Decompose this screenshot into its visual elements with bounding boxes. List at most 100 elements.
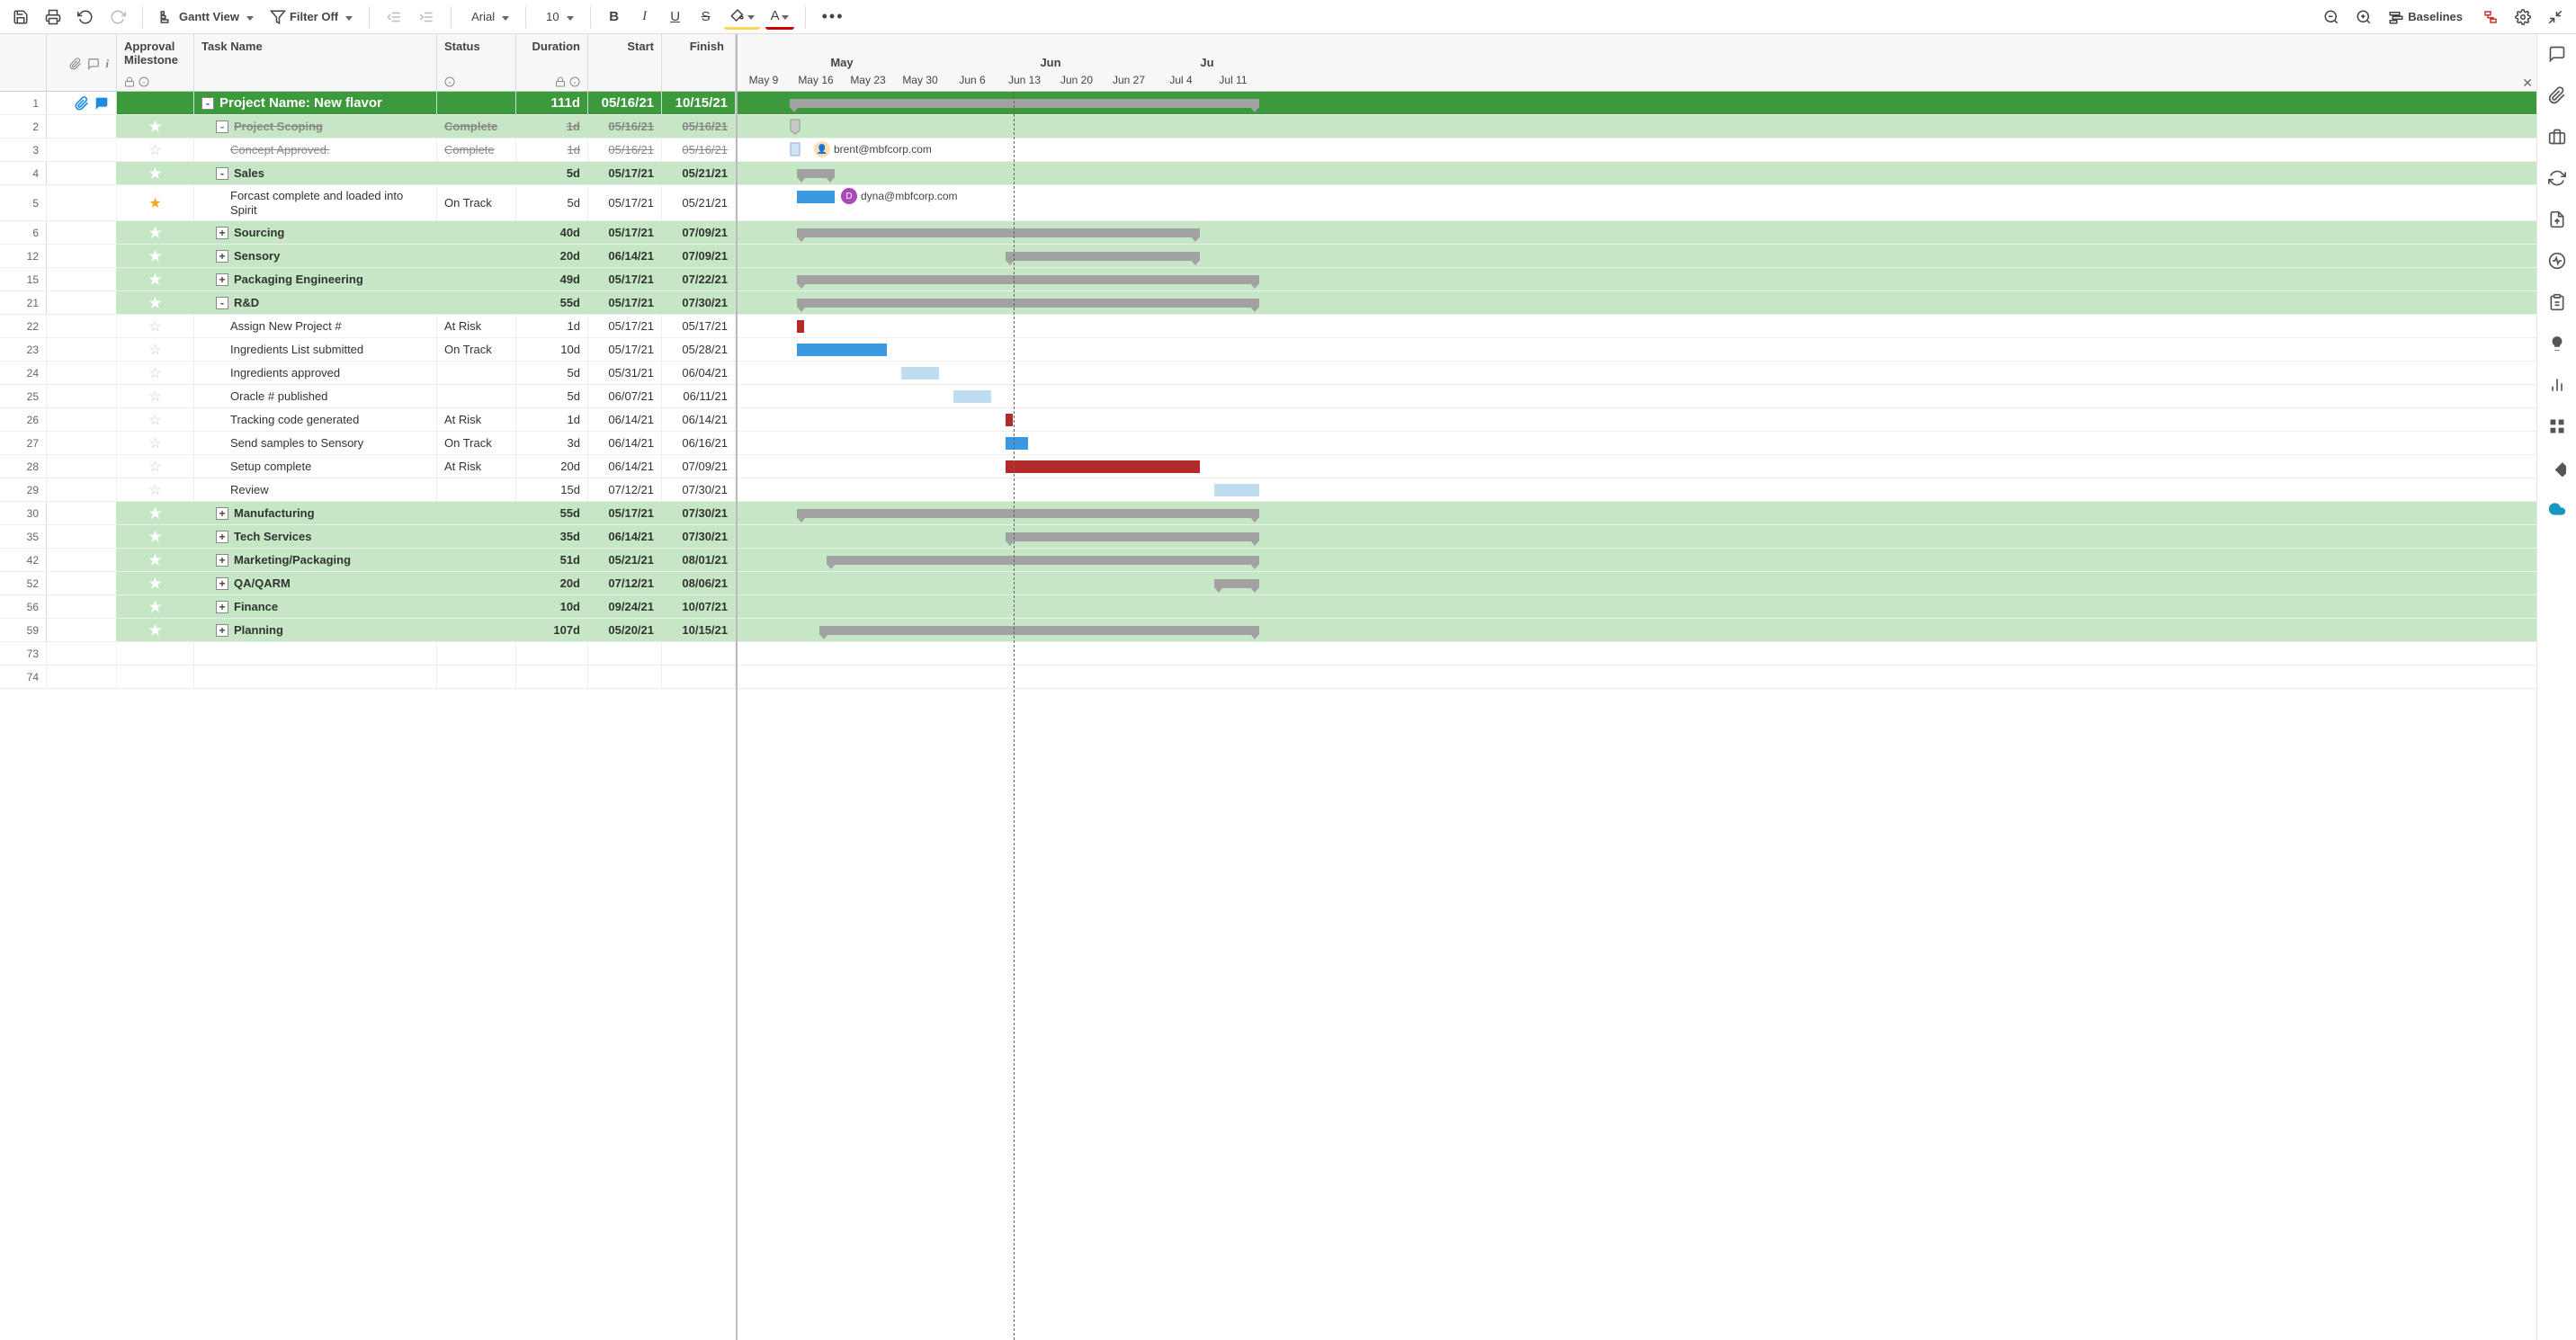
star-icon[interactable]: ★	[148, 118, 161, 136]
gantt-row[interactable]	[738, 245, 2536, 268]
star-icon[interactable]: ☆	[148, 141, 161, 159]
star-icon[interactable]: ☆	[148, 458, 161, 476]
table-row[interactable]: 29☆Review15d07/12/2107/30/21	[0, 478, 736, 502]
column-header-status[interactable]: Status	[437, 34, 516, 91]
gantt-row[interactable]	[738, 642, 2536, 666]
table-row[interactable]: 30★+Manufacturing55d05/17/2107/30/21	[0, 502, 736, 525]
approval-cell[interactable]	[117, 92, 194, 114]
status-cell[interactable]: On Track	[437, 185, 516, 220]
start-cell[interactable]: 05/21/21	[588, 549, 662, 571]
status-cell[interactable]	[437, 385, 516, 407]
row-number[interactable]: 4	[0, 162, 47, 184]
font-family-selector[interactable]: Arial	[462, 4, 514, 30]
zoom-in-button[interactable]	[2350, 4, 2377, 30]
table-row[interactable]: 6★+Sourcing40d05/17/2107/09/21	[0, 221, 736, 245]
expand-button[interactable]: +	[216, 227, 228, 239]
redo-button[interactable]	[104, 4, 131, 30]
row-number[interactable]: 2	[0, 115, 47, 138]
expand-button[interactable]: +	[216, 577, 228, 590]
gantt-row[interactable]	[738, 502, 2536, 525]
start-cell[interactable]: 05/17/21	[588, 221, 662, 244]
critical-path-button[interactable]	[2477, 4, 2504, 30]
star-icon[interactable]: ★	[148, 575, 161, 593]
gantt-bar[interactable]	[790, 142, 801, 158]
upload-button[interactable]	[2545, 207, 2570, 232]
start-cell[interactable]	[588, 642, 662, 665]
row-number[interactable]: 35	[0, 525, 47, 548]
table-row[interactable]: 59★+Planning107d05/20/2110/15/21	[0, 619, 736, 642]
view-selector[interactable]: Gantt View	[154, 4, 259, 30]
approval-cell[interactable]: ☆	[117, 315, 194, 337]
table-row[interactable]: 22☆Assign New Project #At Risk1d05/17/21…	[0, 315, 736, 338]
task-cell[interactable]: +Marketing/Packaging	[194, 549, 437, 571]
task-cell[interactable]: +QA/QARM	[194, 572, 437, 594]
row-number[interactable]: 27	[0, 432, 47, 454]
status-cell[interactable]	[437, 362, 516, 384]
status-cell[interactable]	[437, 549, 516, 571]
star-icon[interactable]: ★	[148, 294, 161, 312]
finish-cell[interactable]: 10/15/21	[662, 619, 736, 641]
task-cell[interactable]: Tracking code generated	[194, 408, 437, 431]
table-row[interactable]: 73	[0, 642, 736, 666]
approval-cell[interactable]: ★	[117, 572, 194, 594]
duration-cell[interactable]: 3d	[516, 432, 588, 454]
row-number[interactable]: 26	[0, 408, 47, 431]
week-header[interactable]: Jul 4	[1155, 74, 1207, 86]
table-row[interactable]: 74	[0, 666, 736, 689]
approval-cell[interactable]: ★	[117, 162, 194, 184]
column-header-task[interactable]: Task Name	[194, 34, 437, 91]
zoom-out-button[interactable]	[2318, 4, 2345, 30]
fill-color-button[interactable]	[724, 4, 760, 30]
baselines-button[interactable]: Baselines	[2383, 4, 2472, 30]
settings-button[interactable]	[2509, 4, 2536, 30]
gantt-row[interactable]	[738, 115, 2536, 138]
start-cell[interactable]: 05/17/21	[588, 291, 662, 314]
row-number[interactable]: 22	[0, 315, 47, 337]
expand-button[interactable]: +	[216, 273, 228, 286]
clipboard-button[interactable]	[2545, 290, 2570, 315]
start-cell[interactable]: 05/16/21	[588, 92, 662, 114]
print-button[interactable]	[40, 4, 67, 30]
collapse-button[interactable]: -	[201, 97, 214, 110]
start-cell[interactable]: 05/17/21	[588, 268, 662, 290]
gantt-row[interactable]	[738, 268, 2536, 291]
collapse-button[interactable]: -	[216, 167, 228, 180]
gantt-row[interactable]	[738, 549, 2536, 572]
bold-button[interactable]: B	[602, 4, 627, 30]
finish-cell[interactable]	[662, 642, 736, 665]
status-cell[interactable]	[437, 619, 516, 641]
start-cell[interactable]: 06/14/21	[588, 245, 662, 267]
gantt-row[interactable]	[738, 455, 2536, 478]
gantt-bar[interactable]	[953, 390, 990, 403]
start-cell[interactable]: 06/14/21	[588, 432, 662, 454]
approval-cell[interactable]: ☆	[117, 408, 194, 431]
approval-cell[interactable]: ★	[117, 291, 194, 314]
outdent-button[interactable]	[380, 4, 407, 30]
table-row[interactable]: 4★-Sales5d05/17/2105/21/21	[0, 162, 736, 185]
gantt-bar[interactable]	[827, 556, 1259, 565]
attachments-panel-button[interactable]	[2545, 83, 2570, 108]
column-header-duration[interactable]: Duration	[516, 34, 588, 91]
table-row[interactable]: 56★+Finance10d09/24/2110/07/21	[0, 595, 736, 619]
status-cell[interactable]	[437, 642, 516, 665]
row-number[interactable]: 23	[0, 338, 47, 361]
gantt-bar[interactable]	[1214, 579, 1259, 588]
task-cell[interactable]: -Project Scoping	[194, 115, 437, 138]
row-number[interactable]: 59	[0, 619, 47, 641]
row-number[interactable]: 52	[0, 572, 47, 594]
row-number[interactable]: 12	[0, 245, 47, 267]
start-cell[interactable]: 07/12/21	[588, 572, 662, 594]
task-cell[interactable]: Setup complete	[194, 455, 437, 478]
start-cell[interactable]: 05/17/21	[588, 338, 662, 361]
duration-cell[interactable]: 20d	[516, 572, 588, 594]
status-cell[interactable]: Complete	[437, 138, 516, 161]
task-cell[interactable]: Concept Approved.	[194, 138, 437, 161]
status-cell[interactable]	[437, 478, 516, 501]
approval-cell[interactable]: ☆	[117, 455, 194, 478]
gantt-row[interactable]	[738, 362, 2536, 385]
approval-cell[interactable]: ★	[117, 619, 194, 641]
gantt-bar[interactable]	[797, 191, 834, 203]
status-cell[interactable]: At Risk	[437, 315, 516, 337]
approval-cell[interactable]: ★	[117, 245, 194, 267]
week-header[interactable]: May 9	[738, 74, 790, 86]
